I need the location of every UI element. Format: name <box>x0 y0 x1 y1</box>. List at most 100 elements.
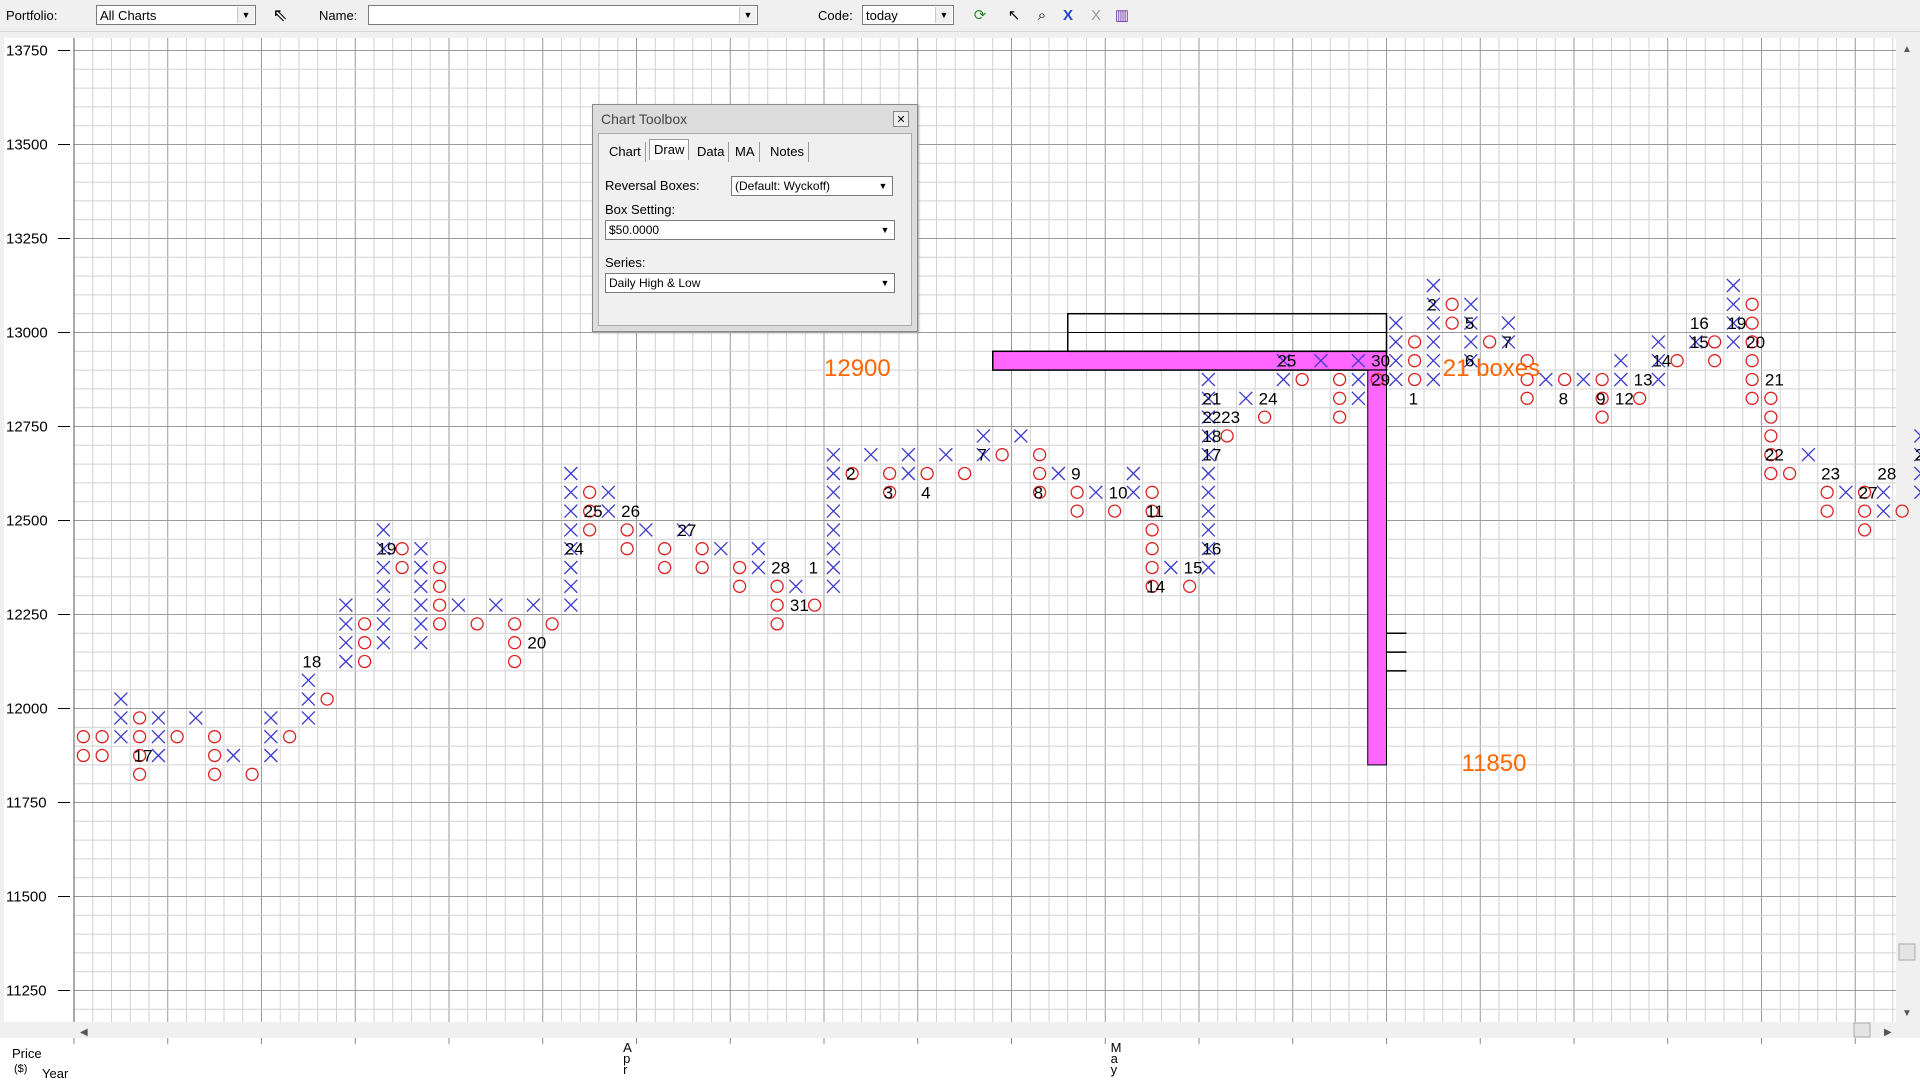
date-label: 23 <box>1821 465 1840 484</box>
chevron-down-icon[interactable]: ▼ <box>739 7 756 23</box>
chevron-down-icon[interactable]: ▼ <box>875 178 891 194</box>
date-label: 1 <box>809 559 818 578</box>
date-label: 10 <box>1109 483 1128 502</box>
date-label: 21 <box>1765 371 1784 390</box>
refresh-icon[interactable]: ⟳ <box>968 3 992 27</box>
date-label: 7 <box>977 446 986 465</box>
chevron-down-icon[interactable]: ▼ <box>237 7 254 23</box>
scroll-up-arrow: ▲ <box>1902 44 1912 55</box>
chevron-down-icon[interactable]: ▼ <box>877 222 893 238</box>
toolbox-panel: Chart Draw Data MA Notes Reversal Boxes:… <box>598 133 912 326</box>
y-tick-label: 13250 <box>6 231 48 248</box>
horizontal-scrollbar <box>74 1022 1898 1038</box>
date-label: 20 <box>1746 333 1765 352</box>
code-label: Code: <box>818 8 853 23</box>
bar-chart-icon[interactable]: ▥ <box>1110 3 1134 27</box>
date-label: 24 <box>565 540 584 559</box>
price-annotation: 11850 <box>1462 750 1527 777</box>
box-setting-label: Box Setting: <box>605 202 676 217</box>
tab-draw[interactable]: Draw <box>649 139 690 160</box>
date-label: 24 <box>1259 389 1278 408</box>
code-select[interactable]: today ▼ <box>862 5 954 25</box>
toolbox-titlebar[interactable]: Chart Toolbox ✕ <box>593 105 917 131</box>
price-axis-unit: ($) <box>14 1063 27 1075</box>
date-label: 9 <box>1071 465 1080 484</box>
date-label: 31 <box>790 596 809 615</box>
pf-chart[interactable]: 13750 13500 13250 13000 12750 12500 12250 12000… <box>0 32 1920 1080</box>
top-toolbar: Portfolio: All Charts ▼ ⇖ Name: ▼ Code: … <box>0 0 1920 32</box>
date-label: 14 <box>1652 352 1671 371</box>
box-setting-select[interactable]: $50.0000 ▼ <box>605 220 895 240</box>
y-tick-label: 12750 <box>6 419 48 436</box>
date-label: 2 <box>846 465 855 484</box>
y-tick-label: 13750 <box>6 43 48 60</box>
date-label: 1 <box>1409 389 1418 408</box>
scroll-right-arrow: ▶ <box>1884 1027 1892 1038</box>
date-label: 8 <box>1559 389 1568 408</box>
scroll-left-arrow: ◀ <box>80 1027 88 1038</box>
vertical-scroll-thumb <box>1898 943 1916 961</box>
date-label: 28 <box>1877 465 1896 484</box>
cursor-icon: ⇖ <box>272 4 288 25</box>
y-tick-label: 12250 <box>6 607 48 624</box>
date-label: 25 <box>1277 352 1296 371</box>
date-label: 8 <box>1034 483 1043 502</box>
y-tick-label: 12500 <box>6 513 48 530</box>
date-label: 4 <box>921 483 930 502</box>
close-icon[interactable]: ✕ <box>893 111 909 127</box>
reversal-label: Reversal Boxes: <box>605 178 700 193</box>
count-projection-bar <box>1367 369 1387 766</box>
portfolio-value: All Charts <box>100 8 157 23</box>
draw-pointer-icon[interactable]: ↖ <box>1002 3 1026 27</box>
date-label: 23 <box>1221 408 1240 427</box>
year-axis-label: Year <box>42 1066 69 1080</box>
date-label: 20 <box>527 634 546 653</box>
portfolio-label: Portfolio: <box>6 8 58 23</box>
scroll-down-arrow: ▼ <box>1902 1008 1912 1019</box>
date-label: 21 <box>1202 389 1221 408</box>
tab-chart[interactable]: Chart <box>605 142 646 162</box>
chart-area[interactable]: 13750 13500 13250 13000 12750 12500 12250 12000… <box>0 32 1920 1080</box>
code-value: today <box>866 8 898 23</box>
x-marker-icon[interactable]: X <box>1056 3 1080 27</box>
date-label: 18 <box>302 653 321 672</box>
reversal-select[interactable]: (Default: Wyckoff) ▼ <box>731 176 893 196</box>
date-label: 16 <box>1690 314 1709 333</box>
tab-ma[interactable]: MA <box>731 142 760 162</box>
date-label: 27 <box>1859 483 1878 502</box>
date-label: 30 <box>1371 352 1390 371</box>
series-select[interactable]: Daily High & Low ▼ <box>605 273 895 293</box>
xo-toggle-icon[interactable]: X <box>1084 3 1108 27</box>
date-label: 18 <box>1202 427 1221 446</box>
toolbox-title: Chart Toolbox <box>601 111 688 127</box>
date-label: 12 <box>1615 389 1634 408</box>
date-label: 17 <box>1202 446 1221 465</box>
series-label: Series: <box>605 255 646 270</box>
date-label: 15 <box>1184 559 1203 578</box>
name-label: Name: <box>319 8 358 23</box>
zoom-icon[interactable]: ⌕ <box>1030 3 1054 27</box>
date-label: 28 <box>771 559 790 578</box>
chart-toolbox[interactable]: Chart Toolbox ✕ Chart Draw Data MA Notes… <box>592 104 918 332</box>
date-label: 25 <box>584 502 603 521</box>
price-annotation: 12900 <box>824 355 891 382</box>
date-label: 9 <box>1596 389 1605 408</box>
breakout-band <box>992 350 1388 371</box>
series-value: Daily High & Low <box>609 276 701 290</box>
date-label: 17 <box>134 747 153 766</box>
vertical-scrollbar <box>1898 38 1916 1022</box>
horizontal-scroll-thumb <box>1853 1022 1871 1038</box>
price-annotation: 21 boxes <box>1443 355 1540 382</box>
date-label: 11 <box>1146 502 1164 521</box>
tab-notes[interactable]: Notes <box>766 142 809 162</box>
date-label: 26 <box>621 502 640 521</box>
chevron-down-icon[interactable]: ▼ <box>877 275 893 291</box>
name-select[interactable]: ▼ <box>368 5 758 25</box>
date-label: 16 <box>1202 540 1221 559</box>
tab-data[interactable]: Data <box>693 142 730 162</box>
chevron-down-icon[interactable]: ▼ <box>935 7 952 23</box>
portfolio-select[interactable]: All Charts ▼ <box>96 5 256 25</box>
x-axis-panel <box>0 1038 1920 1080</box>
date-label: 27 <box>677 521 696 540</box>
y-tick-label: 11750 <box>6 795 47 812</box>
